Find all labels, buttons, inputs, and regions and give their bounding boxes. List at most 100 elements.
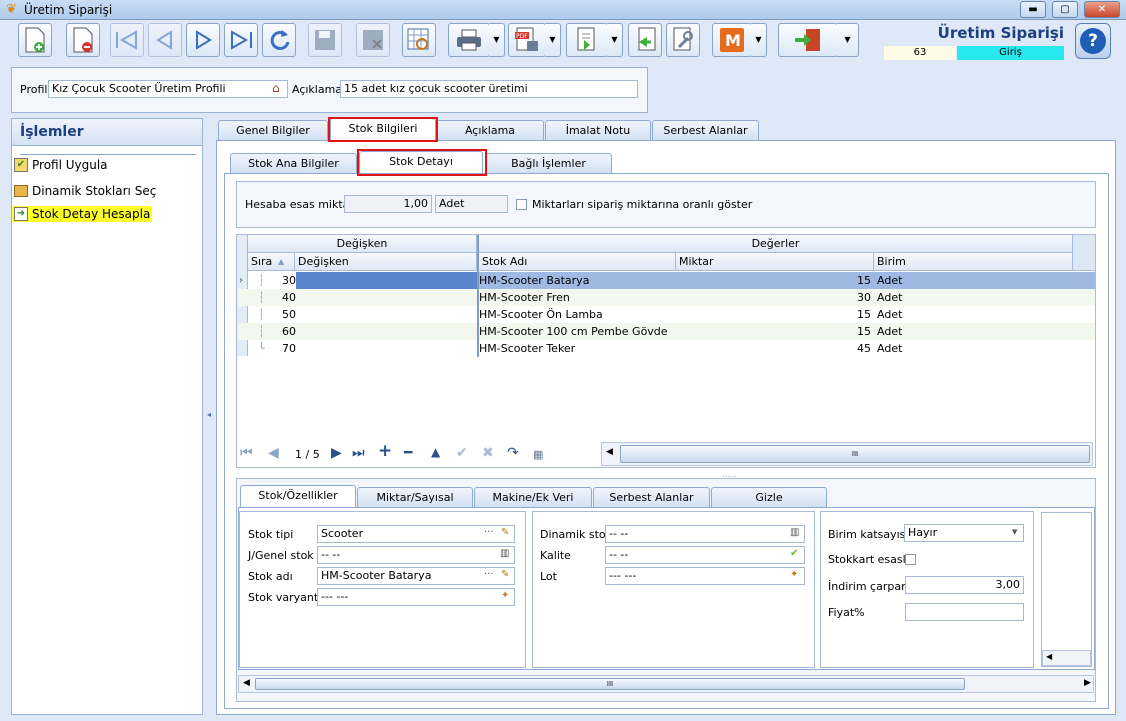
tag-icon[interactable]: ✦ [501, 590, 509, 601]
minimize-button[interactable]: ▬ [1020, 1, 1046, 18]
export-dropdown[interactable]: ▼ [607, 23, 623, 57]
price-percent-input[interactable] [905, 603, 1024, 621]
sidebar-item-stok-detay[interactable]: ➜ Stok Detay Hesapla [12, 206, 153, 222]
grid-settings-icon[interactable]: ▦ [533, 448, 543, 461]
tag-icon[interactable]: ✦ [790, 569, 798, 580]
discount-factor-input[interactable]: 3,00 [905, 576, 1024, 594]
tab-serbest-alanlar-bottom[interactable]: Serbest Alanlar [593, 487, 710, 507]
print-button[interactable] [448, 23, 490, 57]
import-button[interactable] [628, 23, 662, 57]
save-close-button[interactable] [356, 23, 390, 57]
delete-document-button[interactable] [66, 23, 100, 57]
scrollbar-thumb[interactable]: III [620, 445, 1090, 463]
tab-stok-ana-bilgiler[interactable]: Stok Ana Bilgiler [230, 153, 357, 173]
exit-button[interactable] [778, 23, 838, 57]
pdf-export-dropdown[interactable]: ▼ [545, 23, 561, 57]
properties-horizontal-scrollbar[interactable]: ◀ III ▶ [238, 675, 1094, 693]
print-dropdown[interactable]: ▼ [489, 23, 505, 57]
table-row[interactable]: ┆ 60 HM-Scooter 100 cm Pembe Gövde 15 Ad… [238, 323, 1095, 340]
general-stock-input[interactable]: -- -- [317, 546, 515, 564]
tab-genel-bilgiler[interactable]: Genel Bilgiler [218, 120, 328, 140]
table-row[interactable]: ┆ 40 HM-Scooter Fren 30 Adet [238, 289, 1095, 306]
barcode-icon[interactable]: ▥ [790, 527, 799, 538]
ellipsis-icon[interactable]: ··· [484, 569, 494, 580]
previous-record-button[interactable] [148, 23, 182, 57]
grid-add-icon[interactable]: + [378, 441, 392, 461]
sidebar-item-dinamik-stok[interactable]: Dinamik Stokları Seç [14, 184, 156, 198]
proportional-checkbox[interactable] [516, 199, 527, 210]
house-lookup-icon[interactable]: ⌂ [272, 81, 280, 95]
extra-panel-scrollbar[interactable]: ◀ [1042, 650, 1091, 666]
lot-input[interactable]: --- --- [605, 567, 805, 585]
export-document-icon [577, 27, 595, 51]
grid-next-icon[interactable]: ▶ [331, 445, 342, 461]
table-row[interactable]: ┆ 50 HM-Scooter Ön Lamba 15 Adet [238, 306, 1095, 323]
sidebar-item-profil-uygula[interactable]: ✔ Profil Uygula [14, 158, 108, 172]
new-document-button[interactable] [18, 23, 52, 57]
first-record-button[interactable] [110, 23, 144, 57]
tab-imalat-notu[interactable]: İmalat Notu [545, 120, 651, 140]
preview-grid-icon [407, 28, 429, 50]
grid-redo-icon[interactable]: ↷ [507, 445, 519, 461]
export-button[interactable] [566, 23, 608, 57]
pdf-export-button[interactable]: PDF [508, 23, 546, 57]
tab-gizle[interactable]: Gizle [711, 487, 827, 507]
next-record-button[interactable] [186, 23, 220, 57]
exit-dropdown[interactable]: ▼ [837, 23, 859, 57]
description-input[interactable]: 15 adet kız çocuk scooter üretimi [340, 80, 638, 98]
grid-horizontal-scrollbar[interactable]: ◀ III [601, 442, 1093, 466]
grid-cancel-icon[interactable]: ✖ [482, 445, 494, 461]
grid-previous-icon[interactable]: ◀ [268, 445, 279, 461]
refresh-button[interactable] [262, 23, 296, 57]
column-header-birim[interactable]: Birim [874, 253, 1073, 271]
scroll-left-icon[interactable]: ◀ [1046, 652, 1052, 661]
maximize-button[interactable]: ▢ [1052, 1, 1078, 18]
m-module-dropdown[interactable]: ▼ [751, 23, 767, 57]
scroll-right-icon[interactable]: ▶ [1084, 678, 1091, 688]
collapse-sidebar-icon[interactable]: ◂ [207, 410, 211, 419]
column-header-miktar[interactable]: Miktar [676, 253, 874, 271]
double-check-icon[interactable]: ✔ [790, 548, 798, 559]
unit-coefficient-select[interactable]: Hayır [904, 524, 1024, 542]
close-button[interactable]: ✕ [1084, 1, 1120, 18]
column-header-degisken[interactable]: Değişken [295, 253, 477, 271]
tab-miktar-sayisal[interactable]: Miktar/Sayısal [357, 487, 473, 507]
scrollbar-thumb[interactable]: III [255, 678, 965, 690]
column-header-stok-adi[interactable]: Stok Adı [477, 253, 676, 271]
grid-confirm-icon[interactable]: ✔ [456, 445, 468, 461]
save-button[interactable] [308, 23, 342, 57]
help-button[interactable]: ? [1075, 23, 1111, 59]
stock-variant-input[interactable]: --- --- [317, 588, 515, 606]
edit-pencil-icon[interactable]: ✎ [501, 569, 509, 580]
stockcard-based-checkbox[interactable] [905, 554, 916, 565]
m-module-button[interactable]: M [712, 23, 752, 57]
grid-last-icon[interactable]: ⏭ [352, 445, 365, 461]
scroll-left-icon[interactable]: ◀ [243, 678, 250, 688]
tab-stok-ozellikler[interactable]: Stok/Özellikler [240, 485, 356, 507]
preview-button[interactable] [402, 23, 436, 57]
window-title: Üretim Siparişi [24, 3, 113, 17]
grid-move-up-icon[interactable]: ▲ [431, 445, 440, 459]
tab-makine-ek-veri[interactable]: Makine/Ek Veri [474, 487, 592, 507]
column-header-sira[interactable]: Sıra ▲ [248, 253, 295, 271]
help-icon: ? [1080, 28, 1106, 54]
tab-aciklama[interactable]: Açıklama [436, 120, 544, 140]
tab-bagli-islemler[interactable]: Bağlı İşlemler [485, 153, 612, 173]
grid-remove-icon[interactable]: ━ [404, 445, 412, 461]
quality-input[interactable]: -- -- [605, 546, 805, 564]
base-quantity-input[interactable]: 1,00 [344, 195, 432, 213]
table-row[interactable]: └ 70 HM-Scooter Teker 45 Adet [238, 340, 1095, 357]
ellipsis-icon[interactable]: ··· [484, 527, 494, 538]
edit-pencil-icon[interactable]: ✎ [501, 527, 509, 538]
tools-button[interactable] [666, 23, 700, 57]
table-row[interactable]: ┆ 30 HM-Scooter Batarya 15 Adet [238, 272, 1095, 289]
profile-input[interactable]: Kız Çocuk Scooter Üretim Profili [48, 80, 288, 98]
grid-first-icon[interactable]: ⏮ [240, 445, 253, 461]
scroll-left-icon[interactable]: ◀ [606, 447, 613, 457]
dynamic-stock-input[interactable]: -- -- [605, 525, 805, 543]
chevron-down-icon[interactable]: ▼ [1012, 528, 1017, 536]
last-record-button[interactable] [224, 23, 258, 57]
tab-serbest-alanlar[interactable]: Serbest Alanlar [652, 120, 759, 140]
barcode-icon[interactable]: ▥ [500, 548, 509, 559]
m-logo-icon: M [720, 28, 744, 52]
